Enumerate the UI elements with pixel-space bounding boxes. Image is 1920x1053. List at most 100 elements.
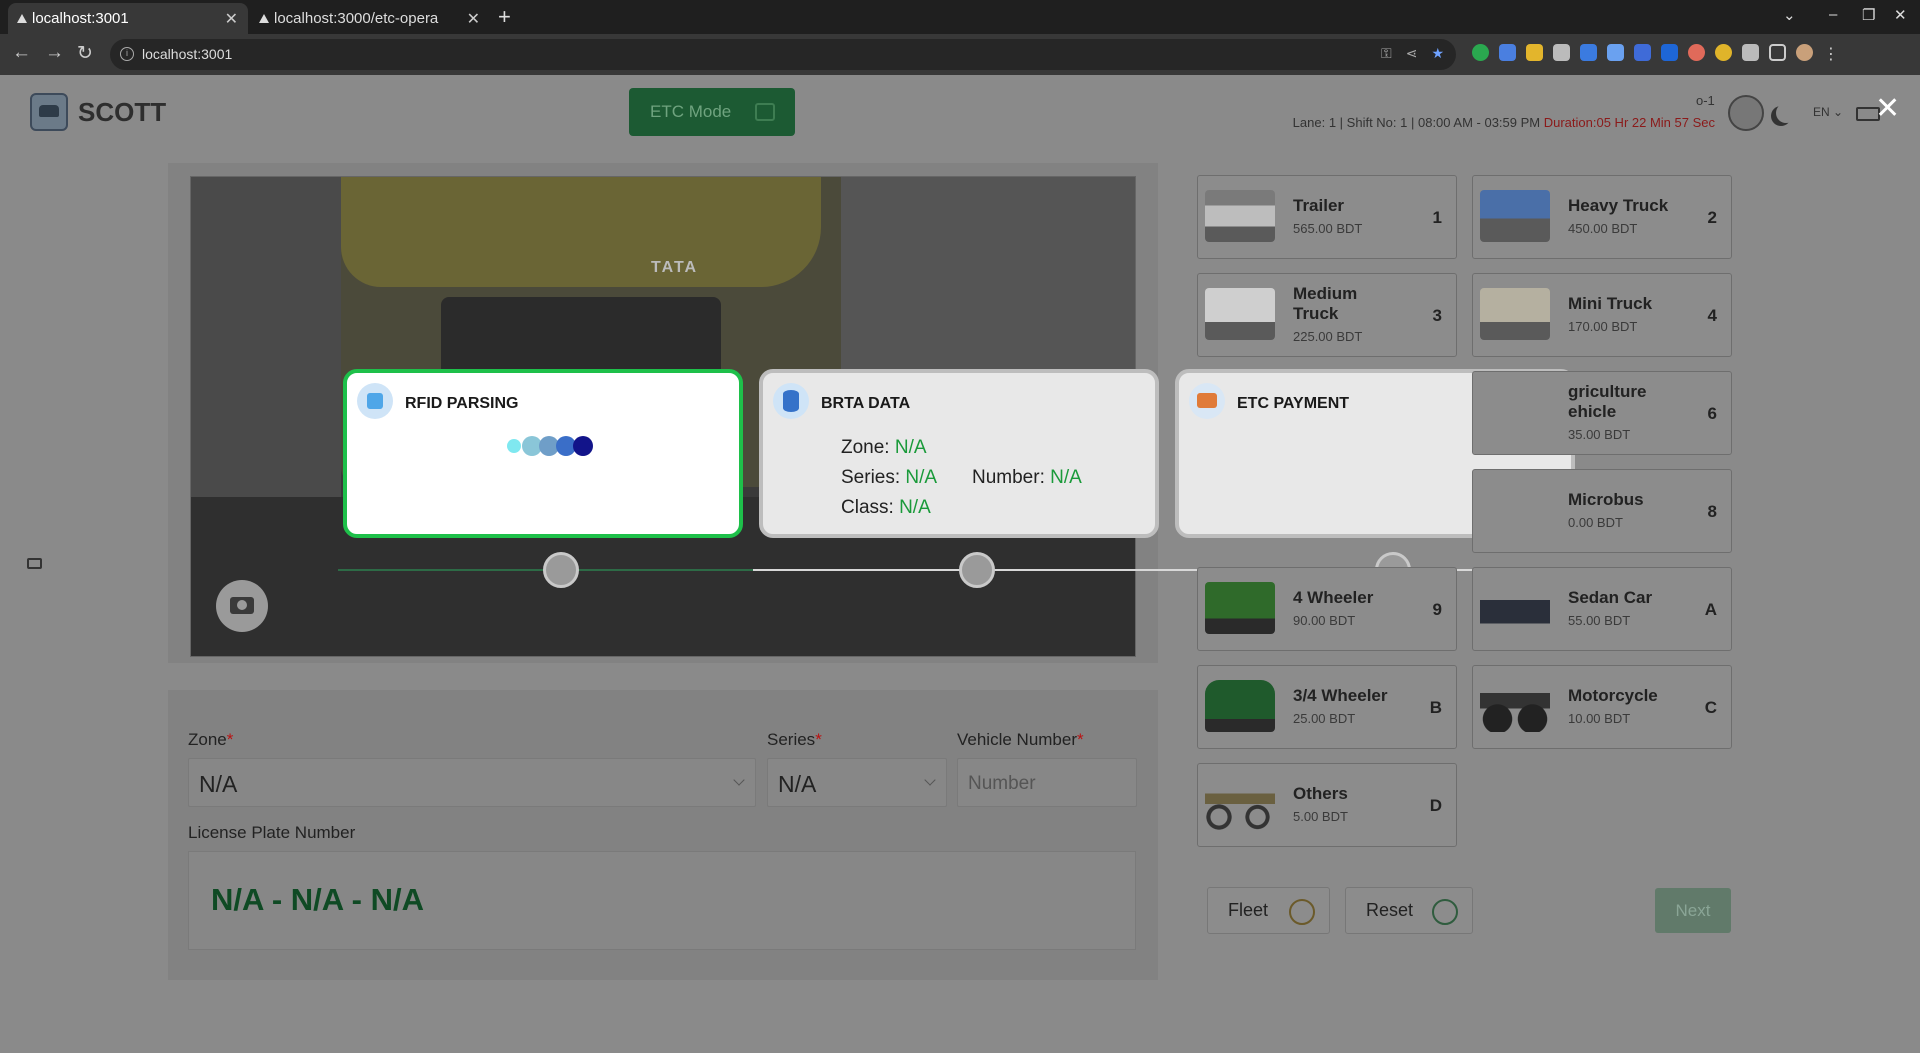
fleet-button[interactable]: Fleet — [1207, 887, 1330, 934]
browser-tab[interactable]: localhost:3000/etc-opera ✕ — [250, 3, 490, 34]
minimize-icon[interactable]: – — [1829, 6, 1837, 23]
brta-series-label: Series: — [841, 467, 901, 488]
extensions-bar: ⋮ — [1472, 44, 1839, 64]
vehicle-price: 90.00 BDT — [1293, 613, 1356, 628]
vehicle-class-medium-truck[interactable]: Medium Truck 225.00 BDT 3 — [1197, 273, 1457, 357]
tab-close-icon[interactable]: ✕ — [467, 9, 480, 29]
vehicle-class-heavy-truck[interactable]: Heavy Truck 450.00 BDT 2 — [1472, 175, 1732, 259]
vehicle-name: 4 Wheeler — [1293, 588, 1374, 607]
shift-number: Shift No: 1 | — [1346, 115, 1415, 130]
extension-icon[interactable] — [1553, 44, 1570, 61]
vehicle-class-motorcycle[interactable]: Motorcycle 10.00 BDT C — [1472, 665, 1732, 749]
url-text: localhost:3001 — [142, 46, 233, 62]
extension-icon[interactable] — [1472, 44, 1489, 61]
brta-series: Series: N/A — [841, 467, 937, 489]
user-avatar[interactable] — [1728, 95, 1764, 131]
browser-menu-icon[interactable]: ⋮ — [1823, 44, 1839, 64]
brta-number-label: Number: — [972, 467, 1045, 488]
database-icon — [773, 383, 809, 419]
language-selector[interactable]: EN ⌄ — [1813, 105, 1843, 119]
shift-duration: Duration:05 Hr 22 Min 57 Sec — [1543, 115, 1715, 130]
vehicle-name: Motorcycle — [1568, 686, 1658, 705]
lane-info: Lane: 1 | — [1292, 115, 1344, 130]
vehicle-number-input[interactable]: Number — [957, 758, 1137, 807]
new-tab-icon[interactable]: + — [498, 4, 511, 30]
vehicle-class-agriculture-vehicle[interactable]: griculture ehicle 35.00 BDT 6 — [1472, 371, 1732, 455]
restore-icon[interactable]: ❐ — [1862, 6, 1875, 24]
camera-capture-button[interactable] — [216, 580, 268, 632]
brta-zone: Zone: N/A — [841, 437, 927, 459]
vehicle-name: Trailer — [1293, 196, 1345, 215]
vehicle-name: Heavy Truck — [1568, 196, 1669, 215]
reset-icon — [1432, 899, 1458, 925]
site-info-icon[interactable]: i — [120, 47, 134, 61]
extension-icon[interactable] — [1499, 44, 1516, 61]
step-card-brta: BRTA DATA Zone: N/A Series: N/A Number: … — [759, 369, 1159, 538]
zone-select-value: N/A — [199, 771, 238, 797]
vehicle-name: Others — [1293, 784, 1348, 803]
vehicle-price: 10.00 BDT — [1568, 711, 1631, 726]
forward-icon[interactable]: → — [45, 42, 64, 64]
extension-icon[interactable] — [1688, 44, 1705, 61]
vehicle-shortcut-key: 2 — [1707, 208, 1717, 227]
vehicle-class-microbus[interactable]: Microbus 0.00 BDT 8 — [1472, 469, 1732, 553]
vehicle-class-4-wheeler[interactable]: 4 Wheeler 90.00 BDT 9 — [1197, 567, 1457, 651]
app-header: SCOTT ETC Mode o-1 Lane: 1 | Shift No: 1… — [0, 75, 1920, 147]
vehicle-shortcut-key: 6 — [1707, 404, 1717, 423]
tab-search-icon[interactable]: ⌄ — [1783, 6, 1796, 24]
series-label: Series* — [767, 730, 822, 750]
browser-tab-active[interactable]: localhost:3001 ✕ — [8, 3, 248, 34]
vehicle-name: Microbus — [1568, 490, 1644, 509]
payment-card-icon — [1189, 383, 1225, 419]
puzzle-icon[interactable] — [1742, 44, 1759, 61]
vehicle-price: 170.00 BDT — [1568, 319, 1638, 334]
extension-icon[interactable] — [1607, 44, 1624, 61]
vehicle-shortcut-key: 9 — [1432, 600, 1442, 619]
next-button[interactable]: Next — [1655, 888, 1731, 933]
reset-button[interactable]: Reset — [1345, 887, 1473, 934]
window-close-icon[interactable]: ✕ — [1894, 6, 1907, 24]
reload-icon[interactable]: ↻ — [77, 42, 93, 65]
vehicle-name: Medium Truck — [1293, 284, 1358, 323]
zone-select[interactable]: N/A — [188, 758, 756, 807]
vehicle-class-mini-truck[interactable]: Mini Truck 170.00 BDT 4 — [1472, 273, 1732, 357]
browser-tabbar: localhost:3001 ✕ localhost:3000/etc-oper… — [0, 0, 1920, 34]
vehicle-name: griculture ehicle — [1568, 382, 1647, 421]
key-icon[interactable]: ⚿ — [1381, 45, 1392, 62]
tab-title: localhost:3001 — [32, 10, 129, 27]
vehicle-number-placeholder: Number — [968, 773, 1036, 794]
shift-info: Lane: 1 | Shift No: 1 | 08:00 AM - 03:59… — [1293, 115, 1715, 130]
brta-series-value: N/A — [905, 467, 938, 488]
extension-icon[interactable] — [1634, 44, 1651, 61]
cng-auto-icon — [1205, 680, 1275, 732]
bookmark-star-icon[interactable]: ★ — [1431, 45, 1444, 62]
extension-icon[interactable] — [1580, 44, 1597, 61]
vehicle-class-others[interactable]: Others 5.00 BDT D — [1197, 763, 1457, 847]
series-select[interactable]: N/A — [767, 758, 947, 807]
vehicle-shortcut-key: C — [1704, 698, 1717, 717]
monitor-icon[interactable] — [27, 558, 42, 569]
extension-icon[interactable] — [1715, 44, 1732, 61]
share-icon[interactable]: ⋖ — [1406, 45, 1418, 62]
extension-icon[interactable] — [1661, 44, 1678, 61]
required-mark: * — [226, 730, 234, 749]
required-mark: * — [1077, 730, 1084, 749]
side-panel-icon[interactable] — [1769, 44, 1786, 61]
trailer-icon — [1205, 190, 1275, 242]
profile-avatar-icon[interactable] — [1796, 44, 1813, 61]
tab-close-icon[interactable]: ✕ — [225, 9, 238, 29]
back-icon[interactable]: ← — [12, 42, 31, 64]
vehicle-class-sedan-car[interactable]: Sedan Car 55.00 BDT A — [1472, 567, 1732, 651]
vehicle-name: 3/4 Wheeler — [1293, 686, 1388, 705]
license-plate-label: License Plate Number — [188, 823, 356, 842]
language-label: EN — [1813, 105, 1830, 119]
extension-icon[interactable] — [1526, 44, 1543, 61]
vehicle-price: 5.00 BDT — [1293, 809, 1348, 824]
etc-mode-button[interactable]: ETC Mode — [629, 88, 795, 136]
vehicle-class-3-4-wheeler[interactable]: 3/4 Wheeler 25.00 BDT B — [1197, 665, 1457, 749]
close-overlay-icon[interactable]: ✕ — [1875, 91, 1900, 126]
tab-favicon-icon — [17, 14, 27, 23]
vehicle-class-trailer[interactable]: Trailer 565.00 BDT 1 — [1197, 175, 1457, 259]
address-bar[interactable]: i localhost:3001 ⚿ ⋖ ★ — [110, 39, 1456, 70]
dark-mode-moon-icon[interactable] — [1776, 103, 1796, 123]
